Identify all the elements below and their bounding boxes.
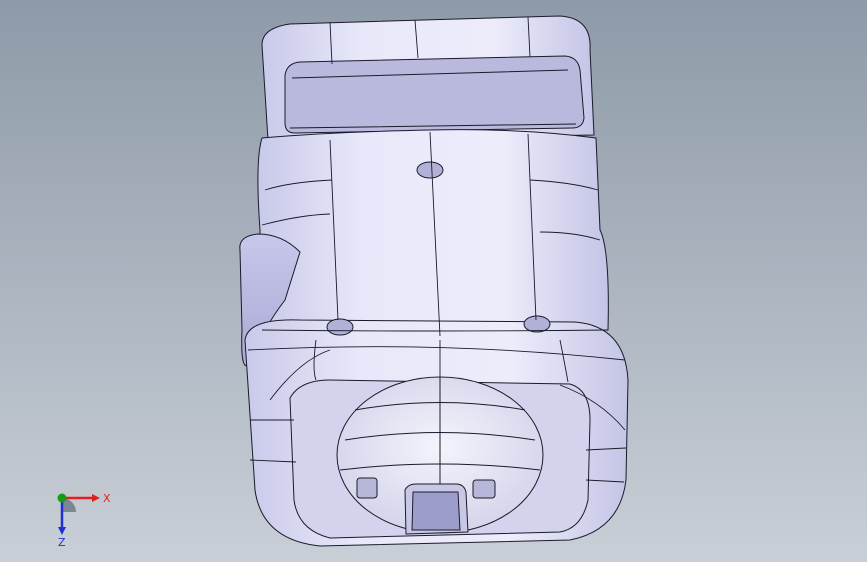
graphics-viewport[interactable]: X Z <box>0 0 867 562</box>
coordinate-triad: X Z <box>57 492 111 549</box>
x-axis-label: X <box>103 492 111 505</box>
handle-slot <box>284 55 585 134</box>
y-axis <box>57 493 67 503</box>
slot-right <box>472 479 496 499</box>
part-body <box>239 15 629 547</box>
z-axis-label: Z <box>58 536 66 549</box>
upper-body <box>257 129 609 331</box>
cad-model-view[interactable] <box>0 0 867 562</box>
mount-hole-top <box>416 161 444 179</box>
mount-hole-right <box>523 315 551 333</box>
slot-left <box>356 477 378 499</box>
mount-hole-left <box>326 318 354 336</box>
